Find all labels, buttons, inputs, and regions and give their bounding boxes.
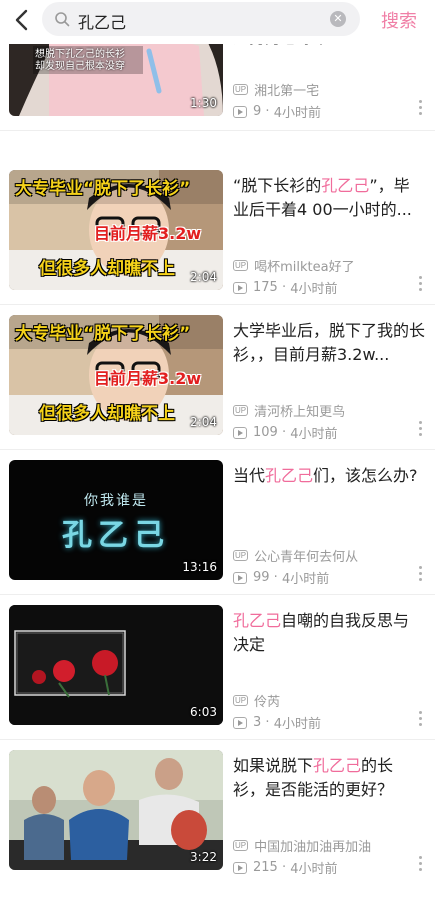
search-icon	[55, 12, 70, 27]
search-header: 孔乙己 ✕ 搜索	[0, 0, 435, 44]
more-icon[interactable]	[419, 276, 423, 292]
thumb-caption: 孔乙己	[62, 518, 170, 553]
uploader-name[interactable]: 喝杯milktea好了	[254, 256, 354, 275]
video-thumbnail[interactable]: 3:22	[9, 750, 223, 870]
uploader-row: UP 中国加油加油再加油	[233, 836, 371, 855]
video-thumbnail[interactable]: 你我谁是 孔乙己 13:16	[9, 460, 223, 580]
stats-row: 215 · 4小时前	[233, 858, 338, 877]
publish-time: 4小时前	[273, 106, 321, 121]
more-icon[interactable]	[419, 856, 423, 872]
more-icon[interactable]	[419, 100, 423, 116]
publish-time: 4小时前	[290, 862, 338, 877]
duration-label: 13:16	[182, 560, 217, 574]
uploader-name[interactable]: 清河桥上知更鸟	[254, 401, 345, 420]
up-icon: UP	[233, 840, 249, 851]
stats-row: 99 · 4小时前	[233, 568, 329, 587]
uploader-name[interactable]: 公心青年何去何从	[254, 546, 358, 565]
more-icon[interactable]	[419, 711, 423, 727]
thumb-caption: 你我谁是	[84, 493, 148, 509]
video-title: “脱下长衫的孔乙己”，毕业后干着4 00一小时的...	[233, 176, 412, 219]
thumb-caption: 想脱下孔乙己的长衫	[35, 49, 125, 60]
video-thumbnail[interactable]: 6:03	[9, 605, 223, 725]
uploader-row: UP 伶芮	[233, 691, 280, 710]
video-thumbnail[interactable]: 大专毕业“脱下了长衫” 目前月薪3.2w 但很多人却瞧不上 2:04	[9, 170, 223, 290]
view-count: 3	[253, 715, 262, 730]
stats-row: 175 · 4小时前	[233, 278, 338, 297]
back-button[interactable]	[8, 6, 36, 34]
video-title: 当代孔乙己们，该怎么办?	[233, 466, 418, 485]
more-icon[interactable]	[419, 566, 423, 582]
play-count-icon	[233, 716, 247, 729]
view-count: 175	[253, 280, 278, 295]
view-count: 109	[253, 425, 278, 440]
uploader-name[interactable]: 伶芮	[254, 691, 280, 710]
clear-icon[interactable]: ✕	[330, 11, 346, 27]
video-result[interactable]: 6:03 孔乙己自嘲的自我反思与决定 UP 伶芮 3 · 4小时前	[0, 595, 435, 740]
duration-label: 2:04	[190, 415, 217, 429]
thumb-caption: 但很多人却瞧不上	[39, 404, 175, 424]
publish-time: 4小时前	[290, 427, 338, 442]
publish-time: 4小时前	[281, 572, 330, 587]
video-title: 孔乙己自嘲的自我反思与决定	[233, 611, 410, 654]
up-icon: UP	[233, 405, 249, 416]
video-result[interactable]: 3:22 如果说脱下孔乙己的长衫，是否能活的更好？ UP 中国加油加油再加油 21…	[0, 740, 435, 885]
duration-label: 1:30	[190, 96, 217, 110]
play-count-icon	[233, 571, 247, 584]
duration-label: 2:04	[190, 270, 217, 284]
video-result[interactable]: 你我谁是 孔乙己 13:16 当代孔乙己们，该怎么办? UP 公心青年何去何从 9…	[0, 450, 435, 595]
search-query: 孔乙己	[78, 13, 127, 32]
thumb-caption: 目前月薪3.2w	[94, 369, 202, 388]
up-icon: UP	[233, 550, 249, 561]
video-result[interactable]: 大专毕业“脱下了长衫” 目前月薪3.2w 但很多人却瞧不上 2:04 “脱下长衫…	[0, 160, 435, 305]
up-icon: UP	[233, 84, 249, 95]
duration-label: 6:03	[190, 705, 217, 719]
video-result[interactable]: 大专毕业“脱下了长衫” 目前月薪3.2w 但很多人却瞧不上 2:04 大学毕业后…	[0, 305, 435, 450]
play-count-icon	[233, 861, 247, 874]
thumb-caption: 大专毕业“脱下了长衫”	[15, 179, 191, 199]
view-count: 215	[253, 860, 278, 875]
uploader-name[interactable]: 中国加油加油再加油	[254, 836, 371, 855]
search-input[interactable]: 孔乙己 ✕	[42, 2, 360, 36]
publish-time: 4小时前	[290, 282, 338, 297]
uploader-row: UP 清河桥上知更鸟	[233, 401, 345, 420]
search-button[interactable]: 搜索	[381, 7, 417, 33]
uploader-name[interactable]: 湘北第一宅	[254, 80, 319, 99]
uploader-row: UP 公心青年何去何从	[233, 546, 358, 565]
thumb-caption: 却发现自己根本没穿	[35, 61, 125, 72]
publish-time: 4小时前	[273, 717, 321, 732]
video-title: 大学毕业后，脱下了我的长衫，，目前月薪3.2w...	[233, 321, 425, 364]
video-thumbnail[interactable]: 大专毕业“脱下了长衫” 目前月薪3.2w 但很多人却瞧不上 2:04	[9, 315, 223, 435]
uploader-row: UP 湘北第一宅	[233, 80, 319, 99]
stats-row: 109 · 4小时前	[233, 423, 338, 442]
up-icon: UP	[233, 695, 249, 706]
thumb-caption: 但很多人却瞧不上	[39, 259, 175, 279]
more-icon[interactable]	[419, 421, 423, 437]
duration-label: 3:22	[190, 850, 217, 864]
divider	[0, 130, 435, 131]
view-count: 9	[253, 104, 262, 119]
play-count-icon	[233, 426, 247, 439]
view-count: 99	[253, 570, 270, 585]
up-icon: UP	[233, 260, 249, 271]
play-count-icon	[233, 281, 247, 294]
thumb-caption: 目前月薪3.2w	[94, 224, 202, 243]
uploader-row: UP 喝杯milktea好了	[233, 256, 355, 275]
video-title: 如果说脱下孔乙己的长衫，是否能活的更好？	[233, 756, 394, 799]
play-count-icon	[233, 105, 247, 118]
stats-row: 3 · 4小时前	[233, 713, 321, 732]
back-arrow-icon	[15, 9, 28, 31]
stats-row: 9 · 4小时前	[233, 102, 321, 121]
thumb-caption: 大专毕业“脱下了长衫”	[15, 324, 191, 344]
